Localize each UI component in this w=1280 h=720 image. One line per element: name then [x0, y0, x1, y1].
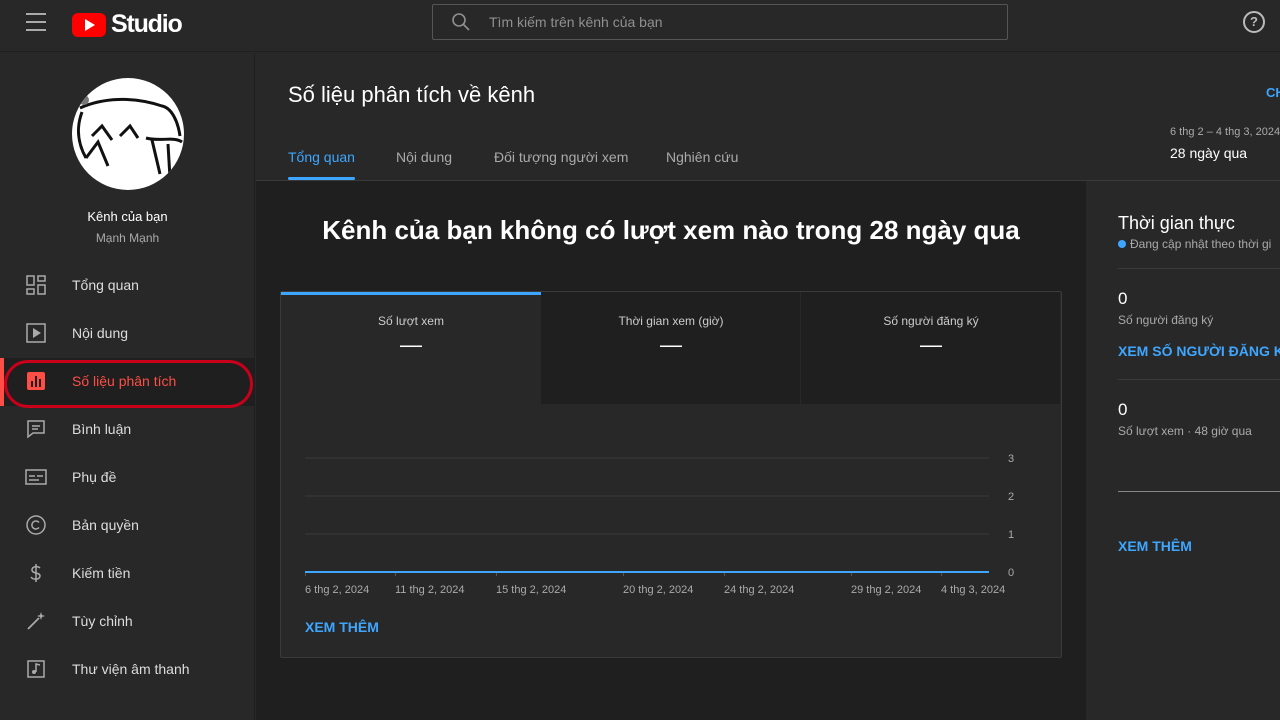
metric-tab-views[interactable]: Số lượt xem —	[281, 292, 541, 404]
tab-active-underline	[288, 177, 355, 180]
metrics-card: Số lượt xem — Thời gian xem (giờ) — Số n…	[280, 291, 1062, 658]
overview-content: Kênh của bạn không có lượt xem nào trong…	[256, 181, 1086, 720]
top-header: Studio ?	[0, 0, 1280, 52]
channel-owner: Mạnh Mạnh	[95, 231, 160, 245]
realtime-sparkline	[1118, 491, 1280, 492]
sidebar-item-audio-library[interactable]: Thư viện âm thanh	[0, 646, 255, 694]
views-line-chart: 0 1 2 3 6 thg 2, 2024 11 thg 2, 2024 15 thg 2,…	[305, 453, 1014, 596]
audio-library-icon	[27, 660, 45, 678]
metric-tabs: Số lượt xem — Thời gian xem (giờ) — Số n…	[281, 292, 1061, 404]
help-icon[interactable]: ?	[1243, 11, 1265, 33]
sidebar-item-subtitles[interactable]: Phụ đề	[0, 454, 255, 502]
content-icon	[26, 323, 46, 343]
tab-content[interactable]: Nội dung	[396, 149, 452, 165]
dashboard-icon	[26, 275, 46, 295]
metric-label: Số lượt xem	[378, 314, 444, 328]
realtime-title: Thời gian thực	[1118, 213, 1235, 233]
live-dot-icon	[1118, 240, 1126, 248]
sidebar-item-label: Bản quyền	[72, 517, 139, 533]
subtitles-icon	[25, 469, 47, 485]
sidebar-item-label: Phụ đề	[72, 469, 117, 485]
realtime-subscribers-value: 0	[1118, 289, 1128, 308]
metric-value: —	[400, 332, 422, 357]
avatar-drawing	[77, 95, 183, 179]
y-tick-label: 0	[1008, 567, 1014, 579]
realtime-subtitle: Đang cập nhật theo thời gi	[1130, 237, 1272, 251]
x-tick-label: 6 thg 2, 2024	[305, 584, 369, 596]
logo-text: Studio	[111, 10, 183, 38]
sidebar-item-label: Bình luận	[72, 421, 132, 437]
realtime-views-label: Số lượt xem · 48 giờ qua	[1118, 424, 1252, 438]
see-subscribers-link[interactable]: XEM SỐ NGƯỜI ĐĂNG KÝ	[1118, 343, 1280, 359]
realtime-card: Thời gian thực Đang cập nhật theo thời g…	[1102, 197, 1280, 575]
sidebar: Kênh của bạn Mạnh Mạnh Tổng quan Nội dun…	[0, 53, 255, 720]
tab-research[interactable]: Nghiên cứu	[666, 149, 738, 165]
comments-icon	[27, 420, 45, 439]
divider	[1118, 268, 1280, 269]
channel-name: Kênh của bạn	[87, 209, 168, 224]
copyright-icon	[26, 515, 46, 535]
metric-tab-watch-time[interactable]: Thời gian xem (giờ) —	[541, 292, 801, 404]
x-tick-label: 29 thg 2, 2024	[851, 584, 921, 596]
date-period[interactable]: 28 ngày qua	[1170, 145, 1247, 161]
x-tick-label: 11 thg 2, 2024	[395, 584, 465, 596]
overview-headline: Kênh của bạn không có lượt xem nào trong…	[322, 215, 1020, 245]
x-tick-label: 15 thg 2, 2024	[496, 584, 566, 596]
search-box[interactable]	[432, 4, 1008, 40]
realtime-views-value: 0	[1118, 400, 1128, 419]
page-title: Số liệu phân tích về kênh	[288, 82, 536, 107]
x-tick-label: 24 thg 2, 2024	[724, 584, 794, 596]
sidebar-item-comments[interactable]: Bình luận	[0, 406, 255, 454]
y-tick-label: 2	[1008, 491, 1014, 503]
search-icon	[452, 13, 470, 31]
sidebar-item-label: Kiếm tiền	[72, 565, 131, 581]
sidebar-item-label: Tổng quan	[72, 277, 139, 293]
date-range[interactable]: 6 thg 2 – 4 thg 3, 2024	[1170, 126, 1280, 138]
menu-icon[interactable]	[26, 13, 46, 31]
studio-logo[interactable]: Studio	[72, 10, 183, 39]
customization-icon	[27, 612, 45, 630]
sidebar-item-label: Nội dung	[72, 325, 129, 341]
metric-active-bar	[281, 292, 541, 295]
sidebar-item-dashboard[interactable]: Tổng quan	[0, 262, 255, 310]
metric-label: Thời gian xem (giờ)	[618, 314, 724, 328]
realtime-subscribers-label: Số người đăng ký	[1118, 313, 1214, 327]
metric-label: Số người đăng ký	[883, 314, 979, 328]
analytics-header: Số liệu phân tích về kênh Tổng quan Nội …	[256, 53, 1280, 181]
y-tick-label: 3	[1008, 453, 1014, 465]
tab-overview[interactable]: Tổng quan	[288, 149, 355, 165]
sidebar-item-label: Tùy chỉnh	[72, 613, 133, 629]
channel-avatar[interactable]	[72, 78, 184, 190]
sidebar-item-copyright[interactable]: Bản quyền	[0, 502, 255, 550]
x-tick-label: 20 thg 2, 2024	[623, 584, 693, 596]
x-tick-label: 4 thg 3, 2024	[941, 584, 1005, 596]
highlight-ring	[4, 360, 253, 408]
tab-audience[interactable]: Đối tượng người xem	[494, 149, 628, 165]
see-more-link[interactable]: XEM THÊM	[305, 619, 379, 635]
sidebar-item-monetization[interactable]: Kiếm tiền	[0, 550, 255, 598]
realtime-see-more-link[interactable]: XEM THÊM	[1118, 538, 1192, 554]
monetization-icon	[30, 564, 41, 582]
main-area: Số liệu phân tích về kênh Tổng quan Nội …	[256, 53, 1280, 720]
sidebar-item-label: Thư viện âm thanh	[72, 661, 190, 677]
sidebar-item-analytics[interactable]: Số liệu phân tích	[0, 358, 255, 408]
advanced-mode-link[interactable]: CH	[1266, 85, 1280, 100]
sidebar-item-customization[interactable]: Tùy chỉnh	[0, 598, 255, 646]
metric-tab-subscribers[interactable]: Số người đăng ký —	[801, 292, 1061, 404]
sidebar-item-content[interactable]: Nội dung	[0, 310, 255, 358]
metric-value: —	[920, 332, 942, 357]
y-tick-label: 1	[1008, 529, 1014, 541]
metric-value: —	[660, 332, 682, 357]
search-input[interactable]	[489, 5, 989, 39]
youtube-logo-icon	[72, 12, 106, 37]
divider	[1118, 379, 1280, 380]
